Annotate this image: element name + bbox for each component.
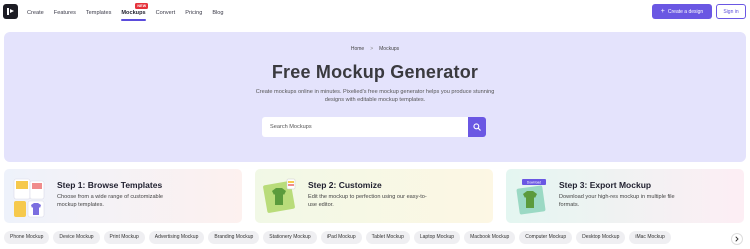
- breadcrumb: Home > Mockups: [4, 46, 746, 52]
- search-button[interactable]: [468, 117, 486, 137]
- chip-macbook-mockup[interactable]: Macbook Mockup: [464, 231, 516, 244]
- hero-section: Home > Mockups Free Mockup Generator Creat…: [4, 32, 746, 162]
- nav-link-pricing[interactable]: Pricing: [185, 10, 202, 16]
- export-illustration: Download: [516, 179, 546, 215]
- nav-links: Create Features Templates Mockups NEW Co…: [27, 0, 234, 25]
- step-2-description: Edit the mockup to perfection using our …: [308, 194, 427, 208]
- new-badge: NEW: [135, 2, 149, 9]
- step-1-title: Step 1: Browse Templates: [57, 180, 163, 190]
- customize-illustration: [263, 178, 296, 213]
- search-icon: [473, 123, 481, 131]
- chip-laptop-mockup[interactable]: Laptop Mockup: [413, 231, 461, 244]
- nav-link-convert[interactable]: Convert: [156, 10, 176, 16]
- chip-stationery-mockup[interactable]: Stationery Mockup: [263, 231, 317, 244]
- step-1-description: Choose from a wide range of customizable…: [57, 194, 164, 208]
- download-art-label: Download: [527, 180, 541, 184]
- chip-ipad-mockup[interactable]: iPad Mockup: [320, 231, 362, 244]
- browse-templates-illustration: [13, 178, 45, 218]
- chip-desktop-mockup[interactable]: Desktop Mockup: [576, 231, 626, 244]
- create-design-button[interactable]: + Create a design: [652, 4, 712, 19]
- breadcrumb-current: Mockups: [379, 46, 400, 52]
- breadcrumb-home[interactable]: Home: [351, 46, 364, 52]
- chip-device-mockup[interactable]: Device Mockup: [53, 231, 100, 244]
- nav-link-templates[interactable]: Templates: [86, 10, 112, 16]
- mockup-category-chips: Phone Mockup Device Mockup Print Mockup Adv…: [4, 231, 746, 246]
- nav-link-blog[interactable]: Blog: [212, 10, 223, 16]
- plus-icon: +: [660, 8, 665, 15]
- step-3-title: Step 3: Export Mockup: [559, 180, 652, 190]
- chip-tablet-mockup[interactable]: Tablet Mockup: [365, 231, 410, 244]
- sign-in-button[interactable]: Sign in: [716, 4, 746, 19]
- hero-description: Create mockups online in minutes. Pixeli…: [255, 89, 495, 103]
- chip-phone-mockup[interactable]: Phone Mockup: [4, 231, 50, 244]
- search-bar: [262, 117, 486, 137]
- chip-advertising-mockup[interactable]: Advertising Mockup: [148, 231, 205, 244]
- page-title: Free Mockup Generator: [271, 62, 479, 82]
- nav-link-mockups-label: Mockups: [121, 9, 146, 16]
- pixelied-logo-icon[interactable]: [3, 4, 18, 19]
- chip-print-mockup[interactable]: Print Mockup: [103, 231, 145, 244]
- search-input[interactable]: [262, 117, 468, 137]
- nav-link-mockups[interactable]: Mockups NEW: [121, 2, 149, 21]
- chip-branding-mockup[interactable]: Branding Mockup: [208, 231, 260, 244]
- chips-next-button[interactable]: [731, 233, 743, 245]
- chip-imac-mockup[interactable]: iMac Mockup: [629, 231, 671, 244]
- top-navigation: Create Features Templates Mockups NEW Co…: [0, 0, 750, 25]
- step-2-title: Step 2: Customize: [308, 180, 382, 190]
- step-card-export: Download Step 3: Export Mockup Download …: [506, 169, 744, 223]
- step-3-description: Download your high-res mockup in multipl…: [559, 194, 675, 208]
- nav-link-features[interactable]: Features: [54, 10, 76, 16]
- step-card-customize: Step 2: Customize Edit the mockup to per…: [255, 169, 493, 223]
- create-design-label: Create a design: [667, 8, 704, 15]
- chip-computer-mockup[interactable]: Computer Mockup: [519, 231, 573, 244]
- breadcrumb-separator: >: [370, 46, 374, 52]
- nav-link-create[interactable]: Create: [27, 10, 44, 16]
- step-card-browse: Step 1: Browse Templates Choose from a w…: [4, 169, 242, 223]
- chevron-right-icon: [735, 236, 739, 242]
